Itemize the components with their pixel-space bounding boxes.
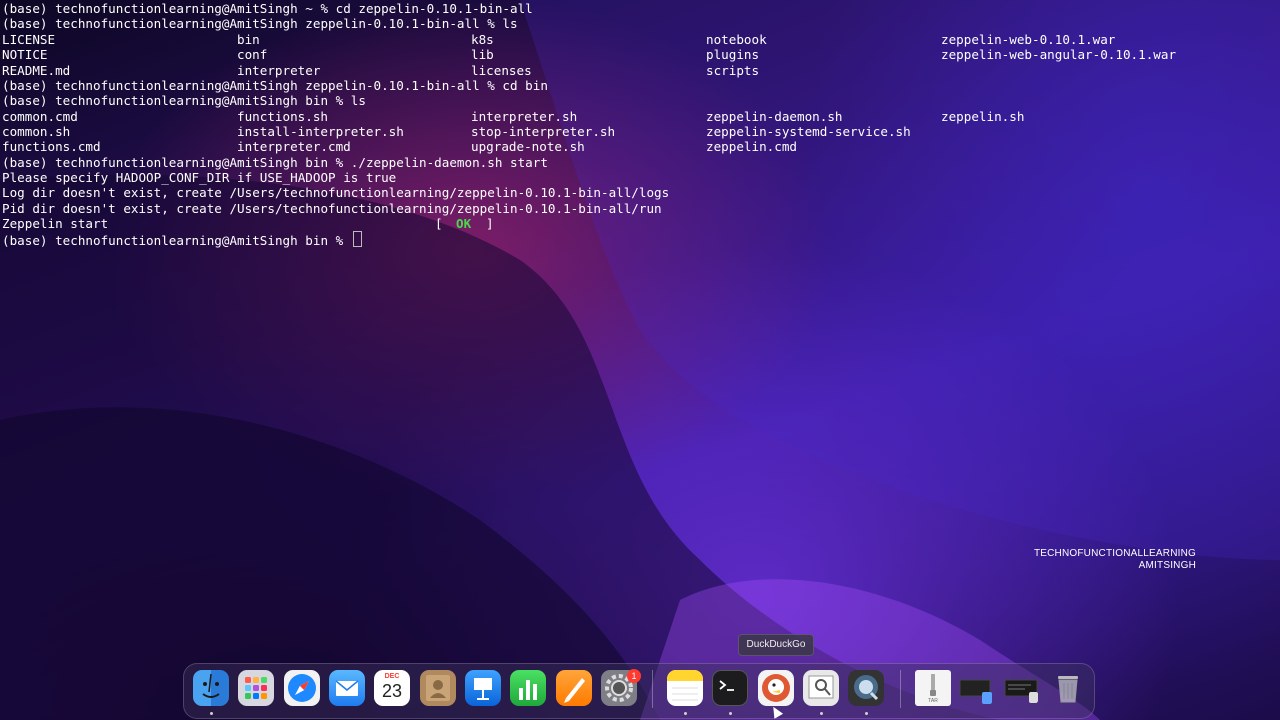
terminal-cursor[interactable] — [352, 231, 362, 247]
status-bracket-open: [ — [435, 216, 443, 231]
ls-entry: zeppelin-systemd-service.sh — [706, 124, 911, 139]
dock-separator — [900, 670, 901, 708]
ls-entry: zeppelin-daemon.sh — [706, 109, 843, 124]
terminal-line: Zeppelin start — [2, 216, 109, 231]
watermark: TECHNOFUNCTIONALLEARNING AMITSINGH — [1034, 548, 1196, 572]
terminal-icon[interactable] — [712, 670, 748, 706]
archive-icon[interactable]: TAR — [915, 670, 951, 706]
archive-label: TAR — [928, 698, 938, 704]
ls-entry: interpreter.cmd — [237, 139, 351, 154]
watermark-line: TECHNOFUNCTIONALLEARNING — [1033, 548, 1196, 559]
trash-icon[interactable] — [1050, 670, 1086, 706]
safari-icon[interactable] — [284, 670, 320, 706]
running-indicator — [684, 712, 687, 715]
ls-entry: interpreter — [237, 63, 321, 78]
duckduckgo-icon[interactable] — [758, 670, 794, 706]
numbers-icon[interactable] — [510, 670, 546, 706]
terminal-line: (base) technofunctionlearning@AmitSingh … — [2, 1, 533, 16]
ls-entry: functions.sh — [237, 109, 328, 124]
running-indicator — [210, 712, 213, 715]
notification-badge: 1 — [627, 669, 641, 683]
ls-entry: NOTICE — [2, 47, 48, 62]
terminal-line: Log dir doesn't exist, create /Users/tec… — [2, 185, 670, 200]
ls-entry: functions.cmd — [2, 139, 101, 154]
ls-entry: licenses — [471, 63, 532, 78]
ls-entry: scripts — [706, 63, 760, 78]
terminal-prompt-line[interactable]: (base) technofunctionlearning@AmitSingh … — [2, 231, 362, 248]
ls-entry: interpreter.sh — [471, 109, 578, 124]
calendar-day: 23 — [381, 681, 403, 701]
status-ok: OK — [456, 216, 472, 231]
ls-entry: bin — [237, 32, 260, 47]
keynote-icon[interactable] — [465, 670, 501, 706]
ls-entry: zeppelin-web-0.10.1.war — [941, 32, 1116, 47]
terminal-line: Pid dir doesn't exist, create /Users/tec… — [2, 201, 662, 216]
status-bracket-close: ] — [486, 216, 494, 231]
ls-entry: k8s — [471, 32, 494, 47]
ls-entry: install-interpreter.sh — [237, 124, 404, 139]
terminal-line: (base) technofunctionlearning@AmitSingh … — [2, 16, 518, 31]
calendar-icon[interactable]: DEC 23 — [374, 670, 410, 706]
calendar-month: DEC — [384, 673, 400, 680]
contacts-icon[interactable] — [420, 670, 456, 706]
ls-entry: zeppelin-web-angular-0.10.1.war — [941, 47, 1177, 62]
ls-entry: plugins — [706, 47, 760, 62]
watermark-line: AMITSINGH — [1138, 560, 1196, 571]
ls-entry: notebook — [706, 32, 767, 47]
terminal-line: (base) technofunctionlearning@AmitSingh … — [2, 93, 366, 108]
ls-entry: README.md — [2, 63, 71, 78]
quicktime-icon[interactable] — [848, 670, 884, 706]
dock-separator — [652, 670, 653, 708]
ls-entry: zeppelin.sh — [941, 109, 1025, 124]
running-indicator — [865, 712, 868, 715]
notes-icon[interactable] — [667, 670, 703, 706]
ls-entry: common.sh — [2, 124, 71, 139]
ls-entry: common.cmd — [2, 109, 78, 124]
terminal-window[interactable]: (base) technofunctionlearning@AmitSingh … — [0, 0, 1280, 260]
ls-entry: conf — [237, 47, 268, 62]
ls-entry: upgrade-note.sh — [471, 139, 585, 154]
finder-icon[interactable] — [193, 670, 229, 706]
terminal-line: (base) technofunctionlearning@AmitSingh … — [2, 78, 548, 93]
launchpad-icon[interactable] — [238, 670, 274, 706]
pages-icon[interactable] — [556, 670, 592, 706]
ls-entry: stop-interpreter.sh — [471, 124, 616, 139]
mail-icon[interactable] — [329, 670, 365, 706]
window-thumbnail-icon[interactable] — [958, 670, 994, 706]
terminal-line: (base) technofunctionlearning@AmitSingh … — [2, 155, 548, 170]
ls-entry: zeppelin.cmd — [706, 139, 797, 154]
running-indicator — [820, 712, 823, 715]
window-thumbnail-icon[interactable] — [1003, 670, 1039, 706]
dock-tooltip: DuckDuckGo — [738, 634, 814, 656]
terminal-prompt: (base) technofunctionlearning@AmitSingh … — [2, 233, 351, 248]
ls-entry: lib — [471, 47, 494, 62]
preview-icon[interactable] — [803, 670, 839, 706]
running-indicator — [729, 712, 732, 715]
terminal-line: Please specify HADOOP_CONF_DIR if USE_HA… — [2, 170, 397, 185]
ls-entry: LICENSE — [2, 32, 56, 47]
